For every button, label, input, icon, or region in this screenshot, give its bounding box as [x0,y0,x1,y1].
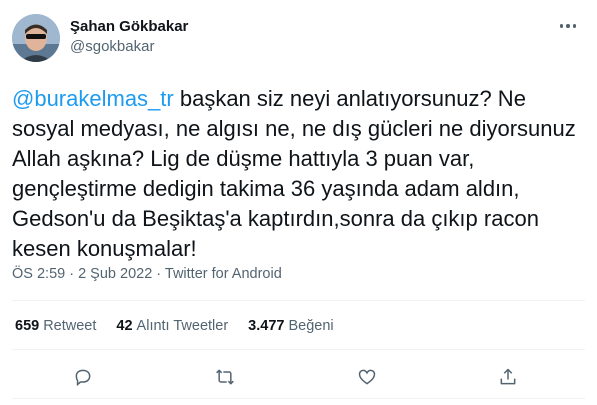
retweets-stat[interactable]: 659 Retweet [15,318,96,334]
share-icon[interactable] [497,366,519,388]
display-name[interactable]: Şahan Gökbakar [70,18,188,35]
quotes-stat[interactable]: 42 Alıntı Tweetler [116,318,228,334]
tweet-date[interactable]: 2 Şub 2022 [78,266,152,282]
reply-icon[interactable] [72,366,94,388]
likes-count: 3.477 [248,318,285,334]
quotes-count: 42 [116,318,133,334]
tweet-source[interactable]: Twitter for Android [165,266,282,282]
avatar[interactable] [12,14,60,62]
divider [12,398,585,399]
more-icon[interactable] [556,16,580,36]
divider [12,300,585,301]
like-icon[interactable] [356,366,378,388]
avatar-image [12,14,60,62]
tweet-time[interactable]: ÖS 2:59 [12,266,65,282]
tweet-body-text: başkan siz neyi anlatıyorsunuz? Ne sosya… [12,86,581,261]
user-handle[interactable]: @sgokbakar [70,38,154,55]
divider [12,349,585,350]
meta-separator: · [65,266,79,282]
tweet-stats: 659 Retweet 42 Alıntı Tweetler 3.477 Beğ… [15,318,354,334]
likes-stat[interactable]: 3.477 Beğeni [248,318,333,334]
retweets-label: Retweet [43,318,97,334]
tweet-meta: ÖS 2:59 · 2 Şub 2022 · Twitter for Andro… [12,266,282,282]
retweets-count: 659 [15,318,40,334]
retweet-icon[interactable] [214,366,236,388]
meta-separator: · [152,266,165,282]
mention-link[interactable]: @burakelmas_tr [12,86,174,111]
action-bar [0,358,597,398]
tweet-text: @burakelmas_tr başkan siz neyi anlatıyor… [12,84,582,264]
likes-label: Beğeni [288,318,334,334]
quotes-label: Alıntı Tweetler [136,318,229,334]
